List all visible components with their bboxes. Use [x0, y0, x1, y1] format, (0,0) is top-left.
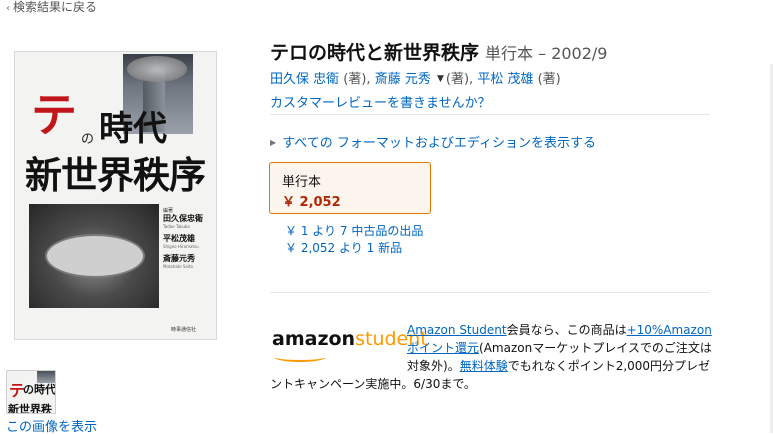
logo-amazon-text: amazon [272, 328, 356, 350]
section-divider-bottom [270, 292, 710, 293]
offer-used-from: より [312, 224, 337, 238]
cover-author-2-roman: Shigeo Hiramatsu [163, 244, 199, 249]
offer-used-condition: 中古品の出品 [351, 224, 424, 238]
cover-photo-table [45, 234, 145, 278]
cover-author-1: 田久保忠衛 [163, 213, 203, 223]
promo-line-3-text2: でもれなくポイント2,000円分プレゼ [507, 359, 711, 373]
book-cover-image[interactable]: テ の 時代 新世界秩序 編著 田久保忠衛 Tadae Takubo 平松茂雄 … [14, 51, 217, 340]
cover-title-jidai: 時代 [99, 109, 167, 149]
free-trial-link[interactable]: 無料体験 [460, 359, 508, 373]
amazon-student-link[interactable]: Amazon Student [407, 323, 507, 337]
cover-author-1-roman: Tadae Takubo [163, 224, 190, 229]
offer-used[interactable]: ￥ 1 より 7 中古品の出品 [285, 222, 423, 239]
promo-line-1-text: 会員なら、この商品は [506, 323, 627, 337]
cover-thumbnail[interactable]: テ の時代 新世界秩 [6, 370, 56, 414]
author-link-2[interactable]: 斎藤 元秀 [375, 72, 431, 87]
offer-new-price: ￥ 2,052 [285, 241, 336, 255]
chevron-left-icon: ‹ [6, 3, 10, 14]
promo-line-3: 対象外)。無料体験でもれなくポイント2,000円分プレゼ [407, 357, 710, 375]
write-review-link[interactable]: カスタマーレビューを書きませんか？ [270, 92, 491, 111]
author-role-1: (著), [343, 72, 371, 87]
product-binding-date: 単行本 – 2002/9 [485, 44, 608, 63]
points-link-part2[interactable]: ポイント還元 [407, 341, 479, 355]
cover-title-first-char: テ [31, 88, 77, 142]
all-formats-label: すべての フォーマットおよびエディションを表示する [282, 136, 596, 151]
cover-author-3-roman: Motohide Saito [163, 264, 193, 269]
author-link-3[interactable]: 平松 茂雄 [477, 72, 533, 87]
amazon-smile-icon [274, 352, 326, 362]
offer-used-price: ￥ 1 [285, 224, 309, 238]
view-image-link[interactable]: この画像を表示 [6, 416, 97, 435]
author-byline: 田久保 忠衛 (著), 斎藤 元秀 ▼ (著), 平松 茂雄 (著) [270, 68, 561, 87]
format-swatch-label: 単行本 [282, 175, 322, 190]
promo-line-3-text1: 対象外)。 [407, 359, 460, 373]
author-link-1[interactable]: 田久保 忠衛 [270, 72, 339, 87]
points-link-part1[interactable]: +10%Amazon [627, 323, 712, 337]
format-swatch-tankobon[interactable]: 単行本 ￥ 2,052 [269, 162, 431, 214]
promo-line-4-text: ントキャンペーン実施中。6/30まで。 [270, 377, 476, 391]
product-title: テロの時代と新世界秩序 [270, 42, 480, 64]
promo-line-2-text: (Amazonマーケットプレイスでのご注文は [479, 341, 712, 355]
offer-new-count: 1 [366, 241, 375, 255]
thumbnail-title-jidai: の時代 [23, 383, 56, 396]
back-to-results-link[interactable]: ‹ 検索結果に戻る [6, 0, 97, 15]
thumbnail-title-line2: 新世界秩 [8, 403, 52, 414]
product-title-row: テロの時代と新世界秩序 単行本 – 2002/9 [270, 38, 607, 65]
promo-line-2: ポイント還元(Amazonマーケットプレイスでのご注文は [407, 339, 712, 357]
cover-publisher: 時事通信社 [171, 327, 197, 333]
format-swatch-price: ￥ 2,052 [282, 195, 341, 210]
back-to-results-label: 検索結果に戻る [13, 0, 98, 14]
offer-used-count: 7 [339, 224, 348, 238]
cover-title-line2: 新世界秩序 [25, 153, 206, 197]
author-role-2: (著), [445, 72, 474, 87]
author-popover-caret-icon[interactable]: ▼ [437, 74, 444, 84]
cover-author-2: 平松茂雄 [163, 233, 195, 243]
promo-line-1: Amazon Student会員なら、この商品は+10%Amazon [407, 321, 712, 339]
offer-new[interactable]: ￥ 2,052 より 1 新品 [285, 239, 402, 256]
amazon-student-logo: amazonstudent [272, 328, 428, 362]
promo-line-4: ントキャンペーン実施中。6/30まで。 [270, 375, 476, 393]
section-divider-top [270, 114, 710, 115]
offer-new-condition: 新品 [378, 241, 403, 255]
expand-triangle-icon: ▶ [270, 138, 277, 147]
author-role-3: (著) [537, 72, 561, 87]
cover-title-no: の [81, 132, 95, 147]
all-formats-link[interactable]: ▶ すべての フォーマットおよびエディションを表示する [270, 132, 596, 151]
cover-photo-smoke [127, 56, 187, 82]
cover-author-3: 斎藤元秀 [163, 253, 195, 263]
offer-new-from: より [339, 241, 363, 255]
